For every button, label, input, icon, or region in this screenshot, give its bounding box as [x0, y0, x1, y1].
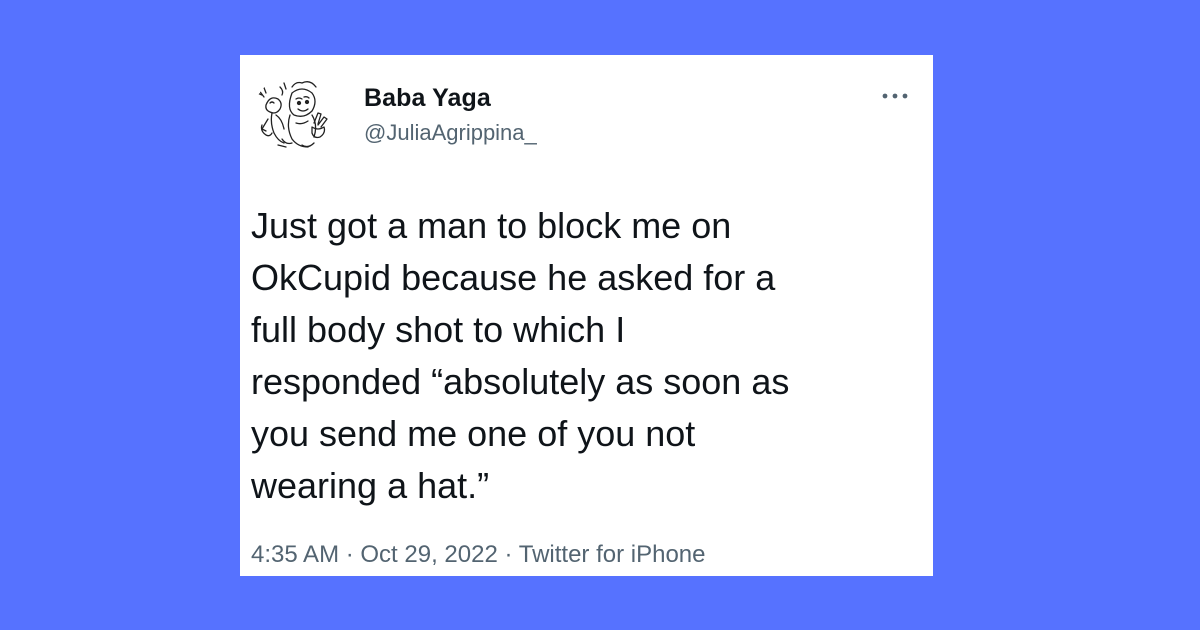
meta-separator: ·	[339, 541, 361, 568]
tweet-metadata: 4:35 AM · Oct 29, 2022 · Twitter for iPh…	[251, 541, 705, 569]
more-options-icon	[882, 93, 908, 99]
tweet-date[interactable]: Oct 29, 2022	[360, 541, 497, 568]
cartoon-sketch-avatar-icon	[254, 81, 328, 148]
tweet-source[interactable]: Twitter for iPhone	[519, 541, 706, 568]
meta-separator: ·	[497, 541, 519, 568]
author-avatar[interactable]	[252, 75, 336, 159]
tweet-time[interactable]: 4:35 AM	[251, 541, 339, 568]
tweet-card: Baba Yaga @JuliaAgrippina_ Just got a ma…	[240, 55, 933, 576]
more-options-button[interactable]	[875, 81, 915, 111]
tweet-text: Just got a man to block me on OkCupid be…	[251, 205, 790, 506]
author-handle[interactable]: @JuliaAgrippina_	[364, 120, 537, 146]
author-display-name[interactable]: Baba Yaga	[364, 84, 491, 113]
